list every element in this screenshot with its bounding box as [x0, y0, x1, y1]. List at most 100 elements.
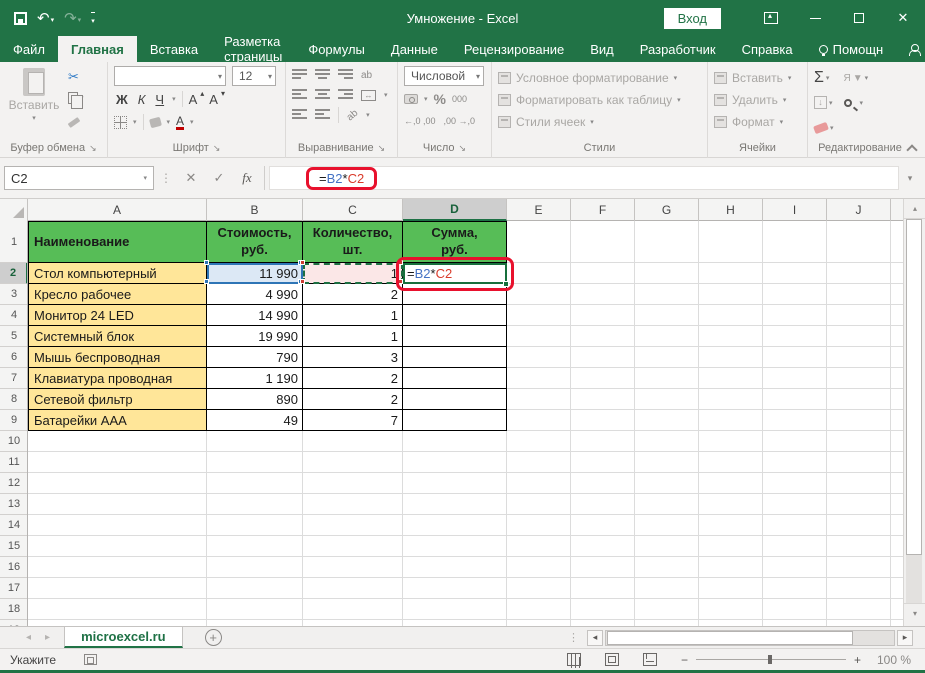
increase-indent-icon[interactable]	[315, 109, 330, 121]
cell-a15[interactable]	[28, 536, 207, 557]
clear-button[interactable]: ▾	[814, 120, 834, 136]
cell-d2[interactable]: =B2*C2	[403, 263, 507, 284]
zoom-in-button[interactable]: +	[854, 653, 861, 667]
cell-j1[interactable]	[827, 221, 891, 263]
cell-j2[interactable]	[827, 263, 891, 284]
cell-d4[interactable]	[403, 305, 507, 326]
c2-handle-icon[interactable]	[300, 260, 305, 265]
prev-sheet-button[interactable]: ◂	[26, 632, 31, 643]
column-header-a[interactable]: A	[28, 199, 207, 221]
cell-c6[interactable]: 3	[303, 347, 403, 368]
column-header-h[interactable]: H	[699, 199, 763, 221]
cell-c11[interactable]	[303, 452, 403, 473]
cell-h3[interactable]	[699, 284, 763, 305]
cell-i5[interactable]	[763, 326, 827, 347]
name-box-dropdown-icon[interactable]: ▾	[143, 174, 147, 182]
column-header-e[interactable]: E	[507, 199, 571, 221]
row-header-9[interactable]: 9	[0, 410, 28, 431]
cell-b9[interactable]: 49	[207, 410, 303, 431]
cell-e6[interactable]	[507, 347, 571, 368]
cell-b5[interactable]: 19 990	[207, 326, 303, 347]
cell-g14[interactable]	[635, 515, 699, 536]
page-break-view-button[interactable]	[643, 653, 657, 666]
tab-review[interactable]: Рецензирование	[451, 36, 577, 62]
cell-g17[interactable]	[635, 578, 699, 599]
row-header-11[interactable]: 11	[0, 452, 28, 473]
cell-c10[interactable]	[303, 431, 403, 452]
cell-b11[interactable]	[207, 452, 303, 473]
cell-e5[interactable]	[507, 326, 571, 347]
cell-g12[interactable]	[635, 473, 699, 494]
row-header-3[interactable]: 3	[0, 284, 28, 305]
cell-b16[interactable]	[207, 557, 303, 578]
fill-color-icon[interactable]	[149, 116, 162, 128]
row-header-17[interactable]: 17	[0, 578, 28, 599]
cell-i4[interactable]	[763, 305, 827, 326]
cell-f8[interactable]	[571, 389, 635, 410]
row-header-8[interactable]: 8	[0, 389, 28, 410]
cell-c18[interactable]	[303, 599, 403, 620]
cell-j7[interactable]	[827, 368, 891, 389]
clipboard-dialog-launcher-icon[interactable]: ↘	[89, 143, 97, 154]
cell-f7[interactable]	[571, 368, 635, 389]
cell-h5[interactable]	[699, 326, 763, 347]
cell-f14[interactable]	[571, 515, 635, 536]
cell-f4[interactable]	[571, 305, 635, 326]
cell-a13[interactable]	[28, 494, 207, 515]
font-color-button[interactable]: А	[176, 115, 184, 130]
cell-e12[interactable]	[507, 473, 571, 494]
cell-e10[interactable]	[507, 431, 571, 452]
cell-b13[interactable]	[207, 494, 303, 515]
cell-c1[interactable]: Количество, шт.	[303, 221, 403, 263]
minimize-button[interactable]	[793, 0, 837, 36]
cell-h14[interactable]	[699, 515, 763, 536]
cell-h8[interactable]	[699, 389, 763, 410]
tab-assistant[interactable]: Помощн	[806, 36, 897, 62]
formula-bar-gripper[interactable]: ⋮	[154, 171, 178, 185]
insert-function-button[interactable]: fx	[234, 166, 260, 190]
cell-j15[interactable]	[827, 536, 891, 557]
cell-c4[interactable]: 1	[303, 305, 403, 326]
cell-g13[interactable]	[635, 494, 699, 515]
cell-g8[interactable]	[635, 389, 699, 410]
cell-h7[interactable]	[699, 368, 763, 389]
cell-d10[interactable]	[403, 431, 507, 452]
paste-button[interactable]: Вставить ▾	[6, 66, 62, 138]
tab-view[interactable]: Вид	[577, 36, 627, 62]
cell-e8[interactable]	[507, 389, 571, 410]
insert-cells-button[interactable]: Вставить▾	[714, 68, 801, 88]
cell-b2[interactable]: 11 990	[207, 263, 303, 284]
cell-g6[interactable]	[635, 347, 699, 368]
cell-e18[interactable]	[507, 599, 571, 620]
cell-h15[interactable]	[699, 536, 763, 557]
italic-button[interactable]: К	[136, 92, 148, 107]
cell-j16[interactable]	[827, 557, 891, 578]
cell-h11[interactable]	[699, 452, 763, 473]
close-button[interactable]: ✕	[881, 0, 925, 36]
cell-f11[interactable]	[571, 452, 635, 473]
number-format-combo[interactable]: Числовой▾	[404, 66, 484, 86]
cell-h12[interactable]	[699, 473, 763, 494]
cell-d17[interactable]	[403, 578, 507, 599]
cell-j5[interactable]	[827, 326, 891, 347]
cell-a11[interactable]	[28, 452, 207, 473]
font-name-combo[interactable]: ▾	[114, 66, 226, 86]
cell-b12[interactable]	[207, 473, 303, 494]
b2-handle-icon[interactable]	[204, 279, 209, 284]
row-header-7[interactable]: 7	[0, 368, 28, 389]
alignment-dialog-launcher-icon[interactable]: ↘	[378, 143, 386, 154]
c2-handle-icon[interactable]	[300, 279, 305, 284]
zoom-slider-thumb[interactable]	[768, 655, 772, 664]
cell-g9[interactable]	[635, 410, 699, 431]
increase-decimal-icon[interactable]: ←,0 ,00	[404, 116, 436, 126]
cell-b1[interactable]: Стоимость, руб.	[207, 221, 303, 263]
cell-j12[interactable]	[827, 473, 891, 494]
font-size-combo[interactable]: 12▾	[232, 66, 276, 86]
autosum-button[interactable]: Σ▾	[814, 70, 834, 86]
cell-b18[interactable]	[207, 599, 303, 620]
cell-i8[interactable]	[763, 389, 827, 410]
vertical-scroll-thumb[interactable]	[906, 219, 922, 555]
row-header-15[interactable]: 15	[0, 536, 28, 557]
cell-j11[interactable]	[827, 452, 891, 473]
row-header-2[interactable]: 2	[0, 263, 28, 284]
